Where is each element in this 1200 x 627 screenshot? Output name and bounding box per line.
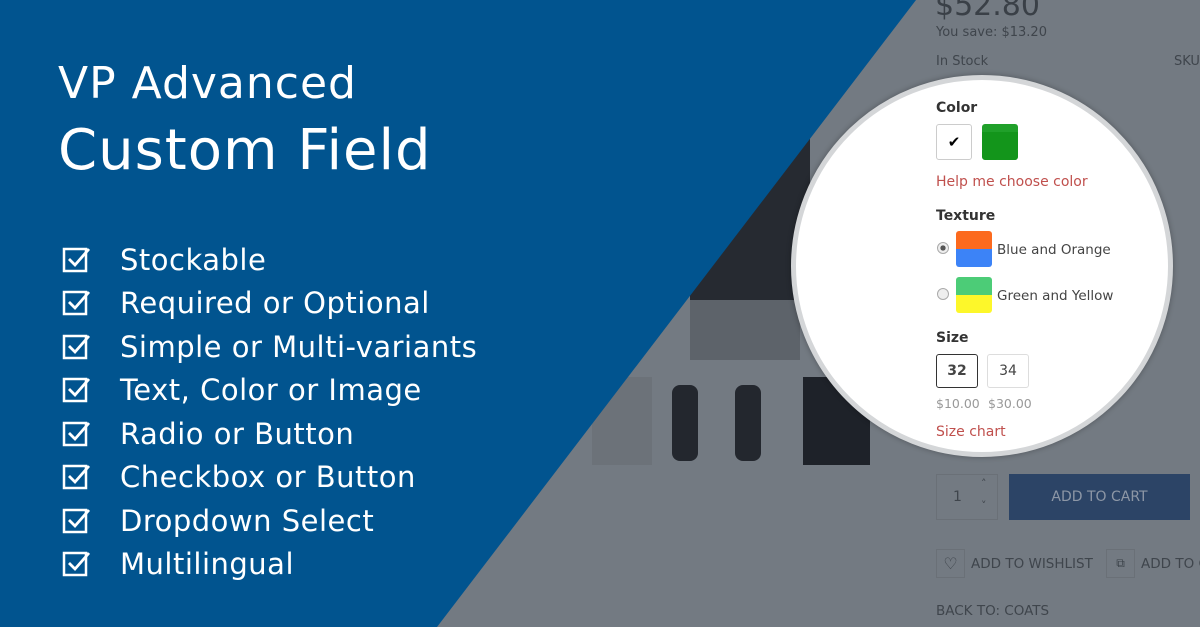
feature-label: Multilingual — [120, 547, 294, 582]
feature-item: Multilingual — [62, 543, 477, 587]
feature-label: Radio or Button — [120, 416, 355, 451]
size-option-34[interactable]: 34 — [987, 354, 1029, 388]
quantity-value: 1 — [953, 489, 962, 505]
chevron-down-icon[interactable]: ˅ — [981, 499, 987, 512]
add-to-cart-button[interactable]: ADD TO CART — [1009, 474, 1190, 520]
feature-label: Text, Color or Image — [120, 373, 422, 408]
back-to-link[interactable]: BACK TO: COATS — [936, 603, 1049, 619]
checkbox-checked-icon — [62, 552, 91, 577]
checkbox-checked-icon — [62, 334, 91, 359]
feature-label: Dropdown Select — [120, 503, 375, 538]
feature-list: Stockable Required or Optional Simple or M… — [62, 238, 477, 586]
texture-radio-green-yellow[interactable] — [937, 288, 949, 300]
thumbnail[interactable] — [655, 377, 715, 465]
check-icon: ✔ — [947, 133, 961, 151]
texture-option-label: Blue and Orange — [997, 242, 1111, 258]
size-option-32[interactable]: 32 — [936, 354, 978, 388]
feature-label: Simple or Multi-variants — [120, 329, 478, 364]
sku-label: SKU — [1174, 54, 1200, 69]
checkbox-checked-icon — [62, 421, 91, 446]
feature-item: Dropdown Select — [62, 499, 477, 543]
product-price: $52.80 — [935, 0, 1040, 23]
feature-item: Checkbox or Button — [62, 456, 477, 500]
feature-label: Required or Optional — [120, 286, 430, 321]
help-choose-color-link[interactable]: Help me choose color — [936, 174, 1088, 190]
magnifier: Color ✔ Help me choose color Texture Blu… — [791, 75, 1173, 457]
feature-item: Radio or Button — [62, 412, 477, 456]
promo-title-line2: Custom Field — [58, 118, 432, 183]
color-swatch-green[interactable] — [982, 124, 1018, 160]
checkbox-checked-icon — [62, 247, 91, 272]
texture-radio-blue-orange[interactable] — [937, 242, 949, 254]
size-price: $30.00 — [988, 396, 1032, 411]
feature-label: Stockable — [120, 242, 267, 277]
heart-icon[interactable]: ♡ — [936, 549, 965, 578]
feature-item: Required or Optional — [62, 282, 477, 326]
feature-item: Text, Color or Image — [62, 369, 477, 413]
size-chart-link[interactable]: Size chart — [936, 424, 1006, 440]
thumbnail[interactable] — [718, 377, 778, 465]
feature-item: Simple or Multi-variants — [62, 325, 477, 369]
feature-item: Stockable — [62, 238, 477, 282]
stock-status: In Stock — [936, 54, 989, 69]
size-price: $10.00 — [936, 396, 980, 411]
checkbox-checked-icon — [62, 465, 91, 490]
product-image-legs — [690, 300, 800, 360]
add-to-wishlist-link[interactable]: ADD TO WISHLIST — [971, 556, 1093, 572]
add-to-compare-link[interactable]: ADD TO C — [1141, 556, 1200, 572]
compare-icon[interactable]: ⧉ — [1106, 549, 1135, 578]
texture-swatch-blue-orange[interactable] — [956, 231, 992, 267]
size-label: Size — [936, 330, 969, 346]
texture-option-label: Green and Yellow — [997, 288, 1114, 304]
chevron-up-icon[interactable]: ˄ — [981, 477, 987, 490]
promo-title-line1: VP Advanced — [58, 58, 357, 109]
you-save: You save: $13.20 — [936, 25, 1047, 40]
texture-label: Texture — [936, 208, 996, 224]
quantity-stepper[interactable]: 1 ˄ ˅ — [936, 474, 998, 520]
color-label: Color — [936, 100, 978, 116]
feature-label: Checkbox or Button — [120, 460, 416, 495]
checkbox-checked-icon — [62, 378, 91, 403]
texture-swatch-green-yellow[interactable] — [956, 277, 992, 313]
color-swatch-white[interactable]: ✔ — [936, 124, 972, 160]
checkbox-checked-icon — [62, 291, 91, 316]
checkbox-checked-icon — [62, 508, 91, 533]
